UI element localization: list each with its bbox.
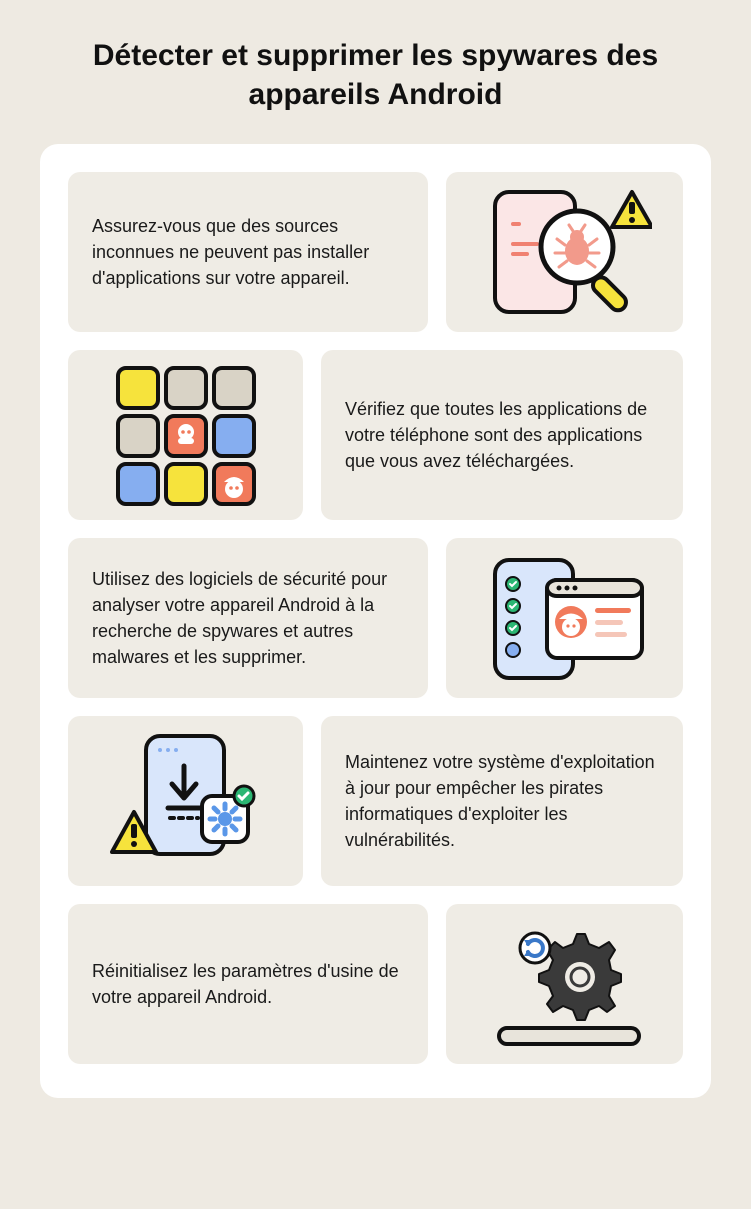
scan-results-icon bbox=[477, 548, 652, 688]
tip-row: Maintenez votre système d'exploitation à… bbox=[68, 716, 683, 886]
phone-magnifier-bug-icon bbox=[477, 182, 652, 322]
tip-row: Réinitialisez les paramètres d'usine de … bbox=[68, 904, 683, 1064]
tips-card: Assurez-vous que des sources inconnues n… bbox=[40, 144, 711, 1098]
illustration-update bbox=[68, 716, 303, 886]
system-update-icon bbox=[98, 726, 273, 876]
illustration-factory-reset bbox=[446, 904, 683, 1064]
tip-row: Assurez-vous que des sources inconnues n… bbox=[68, 172, 683, 332]
tip-text: Utilisez des logiciels de sécurité pour … bbox=[68, 538, 428, 698]
illustration-scan-results bbox=[446, 538, 683, 698]
tip-text: Réinitialisez les paramètres d'usine de … bbox=[68, 904, 428, 1064]
tip-text: Vérifiez que toutes les applications de … bbox=[321, 350, 683, 520]
tip-text: Maintenez votre système d'exploitation à… bbox=[321, 716, 683, 886]
tip-row: Vérifiez que toutes les applications de … bbox=[68, 350, 683, 520]
tip-text: Assurez-vous que des sources inconnues n… bbox=[68, 172, 428, 332]
factory-reset-icon bbox=[477, 914, 652, 1054]
illustration-app-grid bbox=[68, 350, 303, 520]
tip-row: Utilisez des logiciels de sécurité pour … bbox=[68, 538, 683, 698]
page-title: Détecter et supprimer les spywares des a… bbox=[40, 36, 711, 114]
illustration-magnifier-bug bbox=[446, 172, 683, 332]
app-grid-icon bbox=[106, 360, 266, 510]
